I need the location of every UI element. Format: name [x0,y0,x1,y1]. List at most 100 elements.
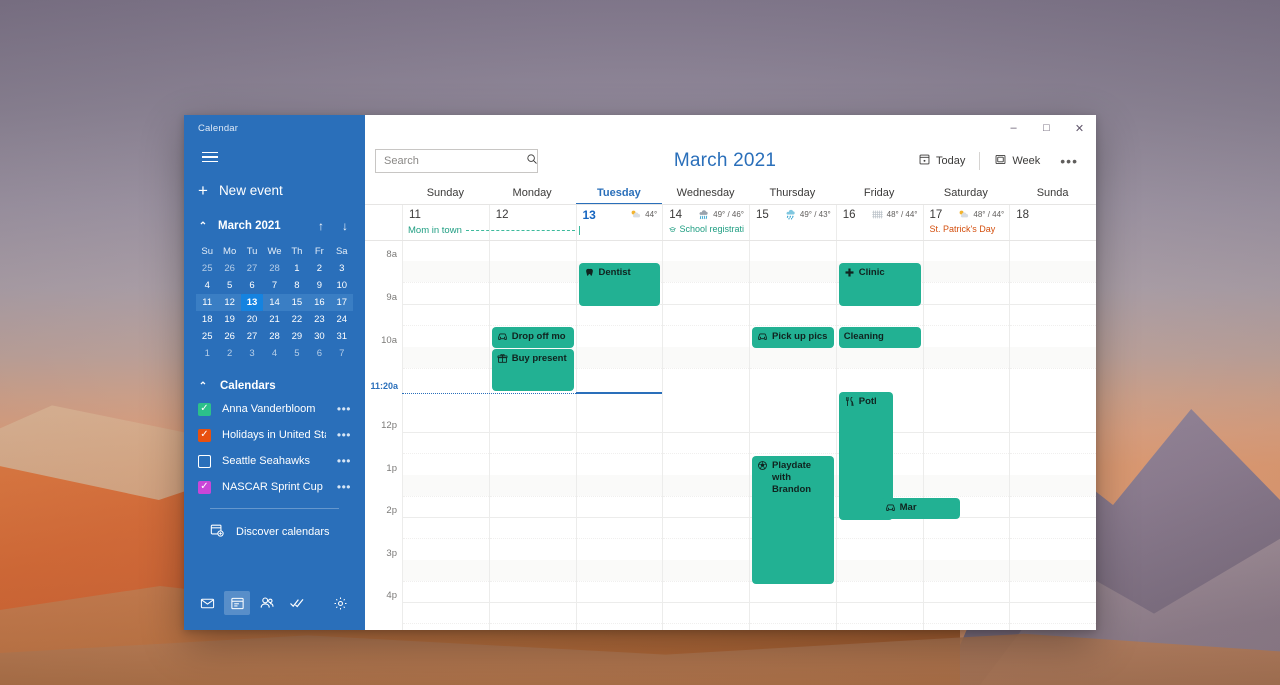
day-column[interactable] [1009,241,1096,630]
mini-calendar-day[interactable]: 7 [263,277,285,294]
mini-calendar-day[interactable]: 20 [241,311,263,328]
calendar-overflow-button[interactable]: ••• [337,402,353,416]
day-header-tuesday[interactable]: Tuesday [575,181,663,205]
next-month-icon[interactable]: ↓ [337,219,353,233]
mini-calendar-day[interactable]: 25 [196,328,218,345]
mini-calendar-day[interactable]: 4 [196,277,218,294]
date-cell[interactable]: 15 49° / 43° [749,205,836,240]
day-header-thursday[interactable]: Thursday [749,181,836,204]
mini-calendar-day[interactable]: 9 [308,277,330,294]
calendar-list-item[interactable]: Seattle Seahawks ••• [196,448,353,474]
new-event-button[interactable]: + New event [184,172,365,209]
mini-calendar-day[interactable]: 24 [331,311,353,328]
minimize-button[interactable]: – [997,115,1030,141]
day-column[interactable] [662,241,749,630]
mini-calendar-day[interactable]: 1 [286,260,308,277]
calendar-checkbox[interactable]: ✓ [198,480,211,494]
calendar-list-item[interactable]: ✓ Anna Vanderbloom ••• [196,396,353,422]
day-header-sunda[interactable]: Sunda [1009,181,1096,204]
calendar-event[interactable]: Dentist [578,263,661,306]
all-day-event-school-registration[interactable]: School registrati [669,224,744,234]
holiday-label[interactable]: St. Patrick's Day [930,224,1005,234]
day-column[interactable]: Clinic Cleaning Potl Mar [835,241,961,630]
day-header-wednesday[interactable]: Wednesday [662,181,749,204]
mini-calendar-day[interactable]: 15 [285,294,309,311]
mini-calendar-day[interactable]: 27 [241,328,263,345]
mini-calendar-day[interactable]: 12 [218,294,241,311]
calendar-icon[interactable] [224,591,250,615]
chevron-up-icon[interactable]: ⌃ [196,381,210,392]
date-cell[interactable]: 14 49° / 46° School registrati [662,205,749,240]
mini-calendar-day[interactable]: 14 [263,294,286,311]
calendar-overflow-button[interactable]: ••• [337,428,353,442]
day-column[interactable]: Pick up pics Playdate with Brandon [749,241,836,630]
mini-calendar-day[interactable]: 4 [263,345,285,362]
more-options-button[interactable]: ••• [1054,153,1084,169]
mini-calendar-day[interactable]: 23 [308,311,330,328]
mini-calendar-day[interactable]: 18 [196,311,218,328]
mini-calendar-day[interactable]: 28 [263,260,285,277]
calendar-checkbox[interactable] [198,454,211,468]
calendar-checkbox[interactable]: ✓ [198,402,211,416]
date-cell[interactable]: 16 48° / 44° [835,205,923,240]
calendar-list-item[interactable]: ✓ NASCAR Sprint Cup ••• [196,474,353,500]
date-cell[interactable]: 17 48° / 44° St. Patrick's Day [922,205,1010,240]
calendar-event[interactable]: Drop off mo [491,327,574,348]
mini-calendar-day[interactable]: 6 [308,345,330,362]
calendar-event[interactable]: Cleaning [838,327,921,348]
date-cell[interactable]: 12 [488,205,576,240]
settings-icon[interactable] [327,591,353,615]
mini-calendar-day[interactable]: 2 [308,260,330,277]
mini-calendar-day[interactable]: 16 [308,294,331,311]
calendar-event[interactable]: Clinic [838,263,921,306]
mini-calendar-day[interactable]: 17 [330,294,353,311]
mini-calendar-day[interactable]: 26 [218,328,240,345]
search-input[interactable] [384,155,526,167]
week-view-button[interactable]: Week [988,149,1046,173]
mini-calendar-day[interactable]: 2 [218,345,240,362]
search-box[interactable] [375,149,538,173]
search-icon[interactable] [526,152,538,170]
prev-month-icon[interactable]: ↑ [313,219,329,233]
calendar-overflow-button[interactable]: ••• [337,480,353,494]
mini-calendar-day[interactable]: 1 [196,345,218,362]
hamburger-icon[interactable] [192,142,228,172]
mail-icon[interactable] [194,591,220,615]
mini-calendar-day[interactable]: 3 [331,260,353,277]
day-header-monday[interactable]: Monday [489,181,576,204]
date-cell[interactable]: 11 [402,205,489,240]
calendar-list-item[interactable]: ✓ Holidays in United States ••• [196,422,353,448]
calendar-event[interactable]: Buy present [491,349,574,391]
people-icon[interactable] [254,591,280,615]
mini-calendar-day[interactable]: 22 [286,311,308,328]
todo-icon[interactable] [284,591,310,615]
today-button[interactable]: Today [912,149,971,173]
mini-calendar-day[interactable]: 19 [218,311,240,328]
mini-calendar-day[interactable]: 30 [308,328,330,345]
mini-calendar-day[interactable]: 21 [263,311,285,328]
mini-calendar-day[interactable]: 5 [218,277,240,294]
maximize-button[interactable]: □ [1030,115,1063,141]
calendar-overflow-button[interactable]: ••• [337,454,353,468]
day-header-sunday[interactable]: Sunday [402,181,489,204]
date-cell[interactable]: 13 44° [575,205,663,240]
day-header-saturday[interactable]: Saturday [923,181,1010,204]
mini-calendar-day[interactable]: 26 [218,260,240,277]
calendar-event[interactable]: Playdate with Brandon [752,456,834,584]
day-column[interactable] [922,241,1010,630]
mini-calendar-day[interactable]: 6 [241,277,263,294]
mini-calendar-day[interactable]: 28 [263,328,285,345]
mini-calendar-day[interactable]: 8 [286,277,308,294]
calendar-event[interactable]: Pick up pics [752,327,834,348]
mini-calendar-day[interactable]: 3 [241,345,263,362]
date-cell[interactable]: 18 [1009,205,1096,240]
mini-calendar-day[interactable]: 5 [286,345,308,362]
day-column[interactable]: Dentist [575,241,663,630]
mini-calendar-day[interactable]: 11 [196,294,219,311]
calendar-event[interactable]: Mar [879,498,961,519]
mini-calendar-day[interactable]: 31 [331,328,353,345]
mini-calendar-day[interactable]: 25 [196,260,218,277]
mini-calendar-day[interactable]: 10 [331,277,353,294]
mini-calendar-day[interactable]: 29 [286,328,308,345]
mini-calendar-day-today[interactable]: 13 [240,294,264,311]
